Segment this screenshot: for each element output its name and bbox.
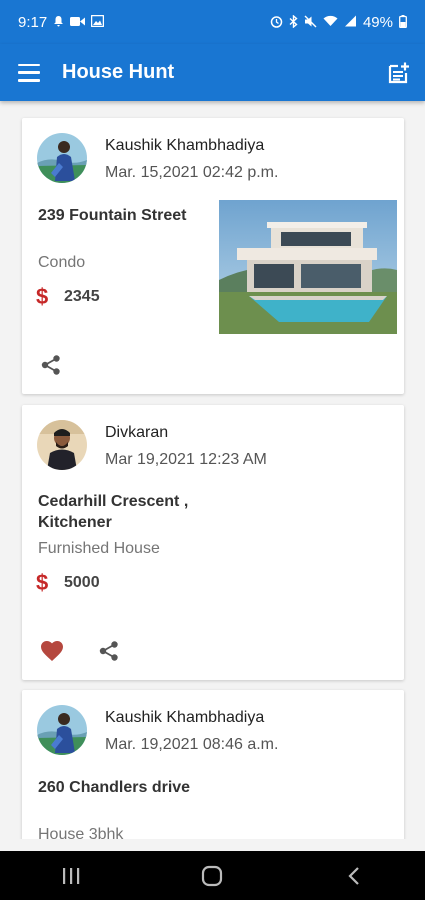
post-price: 2345 [64, 288, 100, 305]
recent-apps-icon[interactable] [56, 861, 86, 891]
post-author: Divkaran [105, 424, 169, 441]
battery-percent: 49% [362, 13, 393, 31]
avatar[interactable] [37, 133, 87, 183]
post-price: 5000 [64, 574, 100, 591]
post-card[interactable]: Divkaran Mar 19,2021 12:23 AM Cedarhill … [22, 405, 404, 680]
post-date: Mar. 15,2021 02:42 p.m. [105, 164, 279, 181]
post-date: Mar 19,2021 12:23 AM [105, 451, 267, 468]
price-row: $ 5000 [36, 570, 100, 596]
post-date: Mar. 19,2021 08:46 a.m. [105, 736, 279, 753]
post-type: Condo [38, 254, 86, 271]
app-title: House Hunt [62, 61, 175, 83]
image-icon [90, 14, 105, 29]
alarm-icon [270, 15, 283, 30]
posts-feed[interactable]: Kaushik Khambhadiya Mar. 15,2021 02:42 p… [0, 101, 425, 839]
add-post-icon[interactable] [387, 61, 411, 85]
avatar[interactable] [37, 705, 87, 755]
dollar-icon: $ [36, 284, 49, 309]
mute-icon [304, 15, 317, 30]
post-type: Furnished House [38, 540, 160, 557]
app-bar: House Hunt [0, 44, 425, 101]
share-icon[interactable] [40, 354, 62, 376]
status-left: 9:17 [18, 13, 105, 31]
heart-icon[interactable] [40, 640, 64, 662]
post-card[interactable]: Kaushik Khambhadiya Mar. 15,2021 02:42 p… [22, 118, 404, 394]
bluetooth-icon [289, 14, 298, 30]
post-type: House 3bhk [38, 826, 124, 839]
post-card[interactable]: Kaushik Khambhadiya Mar. 19,2021 08:46 a… [22, 690, 404, 839]
status-bar: 9:17 49% [0, 0, 425, 44]
post-address: 239 Fountain Street [38, 207, 187, 224]
status-right: 49% [270, 14, 407, 31]
dollar-icon: $ [36, 570, 49, 595]
house-photo[interactable] [219, 200, 397, 334]
system-nav-bar [0, 851, 425, 900]
signal-icon [344, 15, 357, 29]
price-row: $ 2345 [36, 284, 100, 310]
post-author: Kaushik Khambhadiya [105, 709, 265, 726]
video-icon [70, 16, 86, 29]
share-icon[interactable] [98, 640, 120, 662]
post-address: Cedarhill Crescent , Kitchener [38, 493, 189, 531]
post-address: 260 Chandlers drive [38, 779, 191, 796]
home-icon[interactable] [197, 861, 227, 891]
wifi-icon [323, 15, 338, 29]
status-time: 9:17 [18, 13, 48, 31]
battery-icon [399, 14, 407, 30]
post-author: Kaushik Khambhadiya [105, 137, 265, 154]
hamburger-menu-icon[interactable] [18, 63, 40, 82]
avatar[interactable] [37, 420, 87, 470]
back-icon[interactable] [339, 861, 369, 891]
notification-icon [53, 15, 64, 29]
